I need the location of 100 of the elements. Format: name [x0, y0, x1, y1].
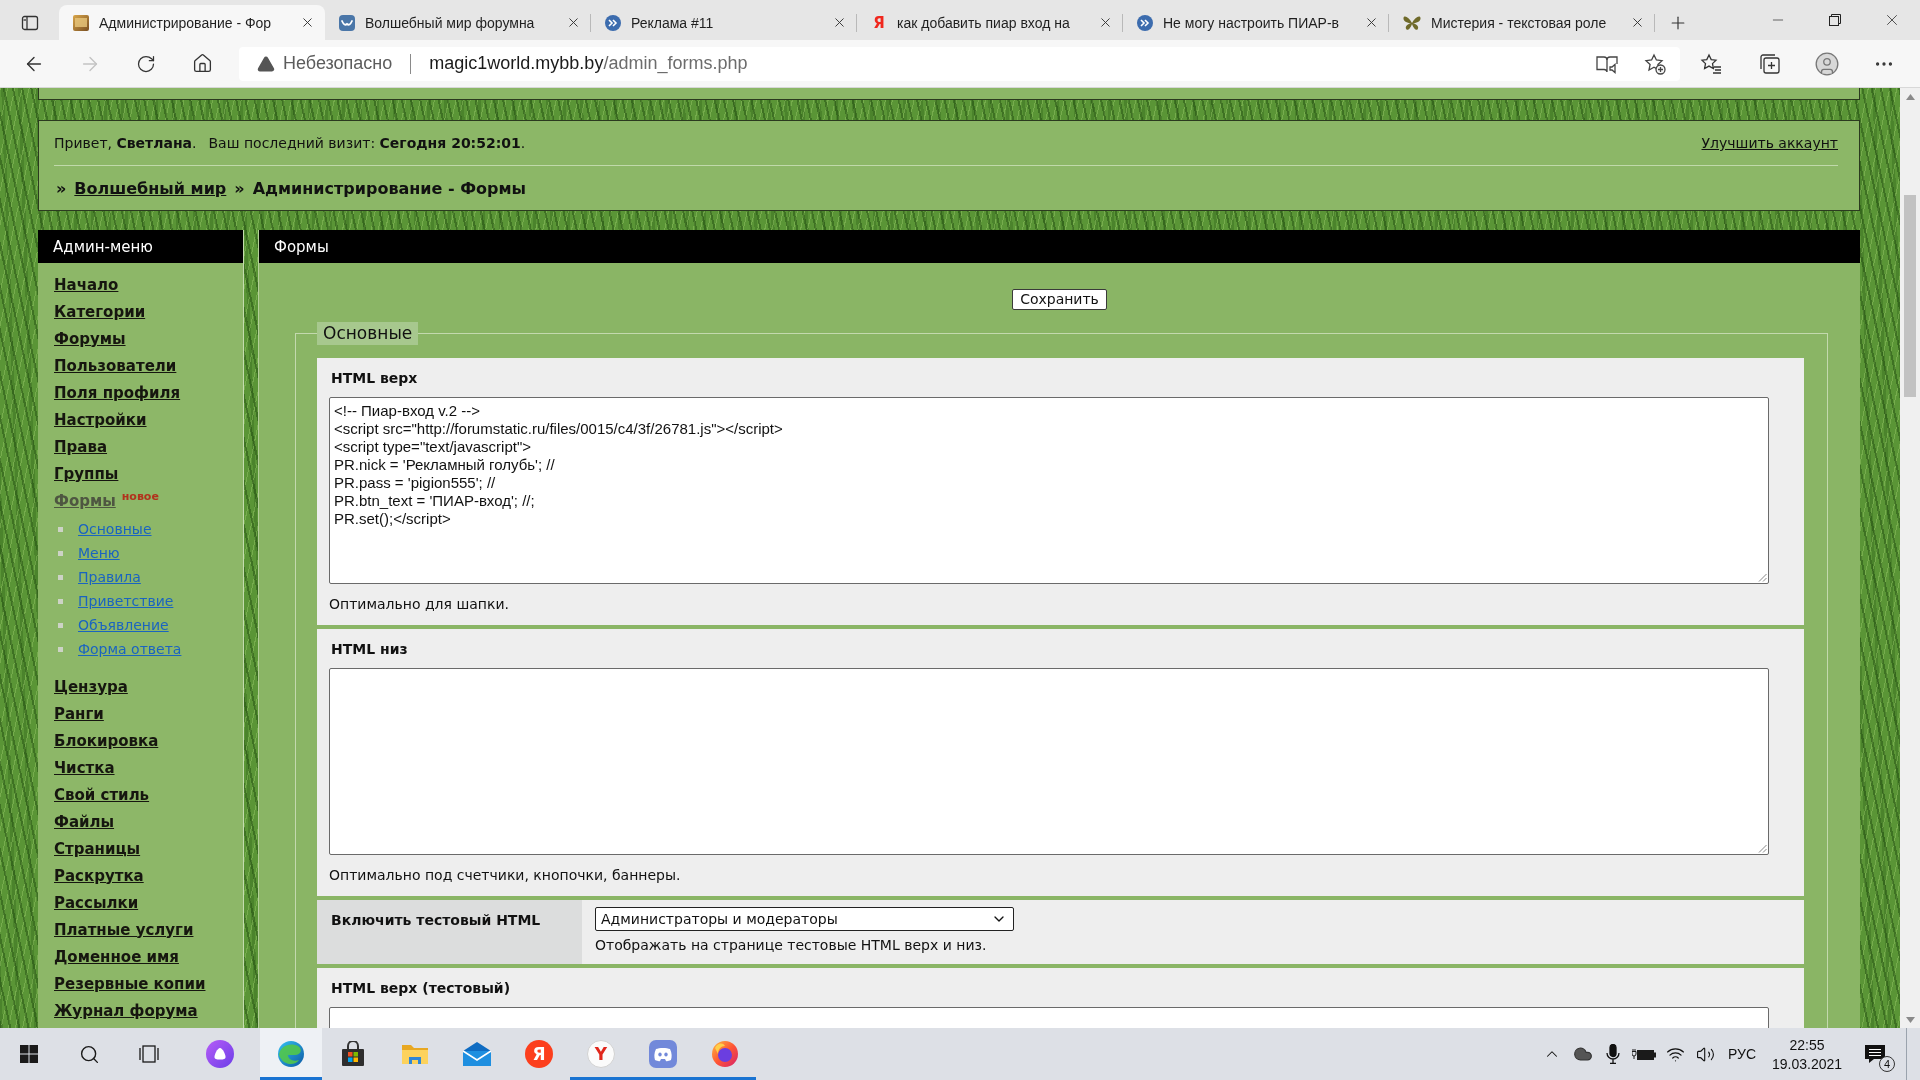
notification-icon[interactable]: [1864, 1044, 1886, 1064]
logo-letter: Я: [872, 14, 886, 31]
field-hint: Оптимально для шапки.: [329, 595, 510, 614]
save-button[interactable]: Сохранить: [1012, 289, 1107, 310]
security-label: Небезопасно: [283, 53, 393, 74]
letter-logo: Я: [525, 1040, 553, 1068]
greeting-text: Привет, Светлана.: [54, 135, 197, 151]
close-icon[interactable]: [566, 15, 581, 30]
windows-logo-icon[interactable]: [20, 1045, 38, 1063]
browser-tab[interactable]: Волшебный мир форумна: [325, 5, 591, 40]
microphone-icon[interactable]: [1606, 1044, 1620, 1064]
menu-link[interactable]: Категории: [54, 302, 146, 321]
menu-link[interactable]: Начало: [54, 275, 119, 294]
home-icon[interactable]: [191, 53, 213, 74]
bullet-icon: [58, 526, 63, 532]
field-hint: Отображать на странице тестовые HTML верх и низ.: [595, 936, 988, 955]
field-label: HTML верх (тестовый): [330, 979, 512, 998]
fieldset-legend: Основные: [317, 322, 419, 345]
breadcrumb-link[interactable]: Волшебный мир: [74, 178, 227, 198]
collections-icon[interactable]: [1759, 52, 1781, 75]
field-label-cell: Включить тестовый HTML: [317, 900, 582, 964]
resize-grip-icon[interactable]: [1758, 844, 1767, 853]
last-visit-text: Ваш последний визит: Сегодня 20:52:01.: [208, 135, 526, 151]
menu-link[interactable]: Чистка: [54, 758, 115, 777]
panel-header: Формы: [259, 230, 1860, 263]
breadcrumb-separator: »: [56, 178, 67, 198]
reader-view-icon[interactable]: [1596, 53, 1618, 74]
clock-time[interactable]: 22:55: [1789, 1035, 1825, 1054]
text-area[interactable]: <!-- Пиар-вход v.2 --> <script src="http://forumstatic.ru/files/0015/c4/3f/26781.js"></script> <script type="text/javascript"> PR.nick = 'Рекламный голубь'; // PR.pass = 'pigion555'; // PR.btn_text = 'ПИАР-вход'; //; PR.set();</script>: [329, 397, 1769, 584]
dropdown-select[interactable]: Администраторы и модераторы: [595, 907, 1014, 931]
browser-tab[interactable]: Не могу настроить ПИАР-в: [1123, 5, 1389, 40]
scroll-up-icon[interactable]: [1905, 93, 1915, 100]
close-icon[interactable]: [832, 15, 847, 30]
folder-icon: [401, 1042, 429, 1066]
close-icon[interactable]: [1630, 15, 1645, 30]
battery-charging-icon[interactable]: [1632, 1048, 1656, 1060]
upgrade-link[interactable]: Улучшить аккаунт: [1701, 135, 1838, 151]
menu-link[interactable]: Доменное имя: [54, 947, 179, 966]
menu-link[interactable]: Права: [54, 437, 108, 456]
task-view-icon[interactable]: [139, 1045, 159, 1063]
close-icon[interactable]: [300, 15, 315, 30]
letter-logo: Y: [587, 1040, 615, 1068]
breadcrumb-current: Администрирование - Формы: [252, 178, 527, 198]
profile-avatar-icon[interactable]: [1814, 50, 1840, 77]
search-icon[interactable]: [78, 1043, 100, 1065]
close-icon[interactable]: [1098, 15, 1113, 30]
menu-link[interactable]: Рассылки: [54, 893, 139, 912]
url-text: magic1world.mybb.by/admin_forms.php: [429, 53, 748, 74]
shopping-bag-icon: [340, 1041, 366, 1067]
menu-link[interactable]: Цензура: [54, 677, 128, 696]
address-field[interactable]: Небезопасно magic1world.mybb.by/admin_forms.php: [239, 46, 1680, 81]
menu-link[interactable]: Свой стиль: [54, 785, 150, 804]
forum-logo-icon: [1137, 14, 1153, 31]
browser-tab[interactable]: Мистерия - текстовая роле: [1389, 5, 1655, 40]
scroll-down-icon[interactable]: [1905, 1016, 1915, 1023]
browser-tab[interactable]: Я как добавить пиар вход на: [857, 5, 1123, 40]
menu-link[interactable]: Форумы: [54, 329, 126, 348]
resize-grip-icon[interactable]: [1758, 573, 1767, 582]
fox-globe-icon: [711, 1040, 739, 1068]
menu-link[interactable]: Группы: [54, 464, 119, 483]
bullet-icon: [58, 622, 63, 628]
assistant-icon[interactable]: [206, 1040, 234, 1068]
notification-count: 4: [1879, 1056, 1895, 1072]
restore-icon[interactable]: [1828, 14, 1841, 26]
menu-link[interactable]: Платные услуги: [54, 920, 194, 939]
forum-logo-icon: [605, 14, 621, 31]
game-controller-icon: [649, 1040, 677, 1068]
menu-link[interactable]: Резервные копии: [54, 974, 206, 993]
menu-link[interactable]: Пользователи: [54, 356, 177, 375]
menu-link[interactable]: Файлы: [54, 812, 115, 831]
close-icon[interactable]: [1364, 15, 1379, 30]
site-thumbnail-icon: [73, 14, 89, 31]
mail-icon: [463, 1042, 491, 1066]
menu-link[interactable]: Поля профиля: [54, 383, 181, 402]
reload-icon[interactable]: [136, 53, 156, 74]
site-logo-icon: [339, 14, 355, 31]
breadcrumb-separator: »: [234, 178, 245, 198]
browser-tab[interactable]: Администрирование - Фор: [59, 5, 325, 40]
menu-link[interactable]: Журнал форума: [54, 1001, 198, 1020]
language-indicator[interactable]: РУС: [1727, 1046, 1756, 1062]
browser-logo-icon: [277, 1040, 305, 1068]
menu-link[interactable]: Блокировка: [54, 731, 159, 750]
menu-link[interactable]: Настройки: [54, 410, 147, 429]
browser-tab[interactable]: Реклама #11: [591, 5, 857, 40]
menu-link[interactable]: Страницы: [54, 839, 141, 858]
scrollbar-thumb[interactable]: [1904, 195, 1916, 397]
menu-link[interactable]: Раскрутка: [54, 866, 144, 885]
star-plus-icon[interactable]: [1644, 52, 1666, 75]
taskbar-app-button[interactable]: Я: [508, 1028, 570, 1080]
field-hint: Оптимально под счетчики, кнопочки, баннеры.: [329, 866, 682, 885]
sidebar-header: Админ-меню: [38, 230, 243, 263]
clock-date[interactable]: 19.03.2021: [1771, 1054, 1843, 1073]
bullet-icon: [58, 646, 63, 652]
taskbar-app-button[interactable]: Y: [570, 1028, 632, 1080]
menu-link[interactable]: Ранги: [54, 704, 104, 723]
warning-icon: [257, 54, 275, 73]
favorites-icon[interactable]: [1700, 52, 1722, 75]
field-label: HTML верх: [330, 369, 419, 388]
butterfly-icon: [1403, 14, 1421, 31]
tab-actions-icon[interactable]: [20, 14, 39, 32]
